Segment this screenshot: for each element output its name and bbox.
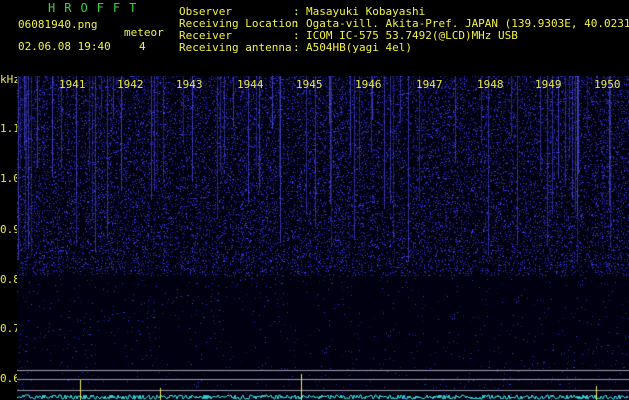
x-tick-1944: 1944 bbox=[237, 78, 264, 91]
spectrogram-area bbox=[17, 76, 629, 400]
meteor-label: meteor bbox=[124, 26, 164, 39]
antenna-value: A504HB(yagi 4el) bbox=[306, 41, 412, 54]
x-tick-1949: 1949 bbox=[535, 78, 562, 91]
app-title: HROFFT bbox=[48, 1, 146, 15]
filename: 06081940.png bbox=[18, 18, 98, 31]
spectrogram-canvas bbox=[17, 76, 629, 400]
meteor-count: 4 bbox=[139, 40, 146, 53]
x-tick-1943: 1943 bbox=[176, 78, 203, 91]
x-tick-1950: 1950 bbox=[594, 78, 621, 91]
antenna-colon: : bbox=[293, 41, 300, 54]
x-tick-1942: 1942 bbox=[117, 78, 144, 91]
x-tick-1947: 1947 bbox=[416, 78, 443, 91]
x-tick-1948: 1948 bbox=[477, 78, 504, 91]
antenna-label: Receiving antenna bbox=[179, 41, 292, 54]
x-tick-1941: 1941 bbox=[59, 78, 86, 91]
datetime: 02.06.08 19:40 bbox=[18, 40, 111, 53]
header-panel: HROFFT 06081940.png 02.06.08 19:40 meteo… bbox=[0, 0, 629, 74]
x-tick-1945: 1945 bbox=[296, 78, 323, 91]
x-tick-1946: 1946 bbox=[355, 78, 382, 91]
